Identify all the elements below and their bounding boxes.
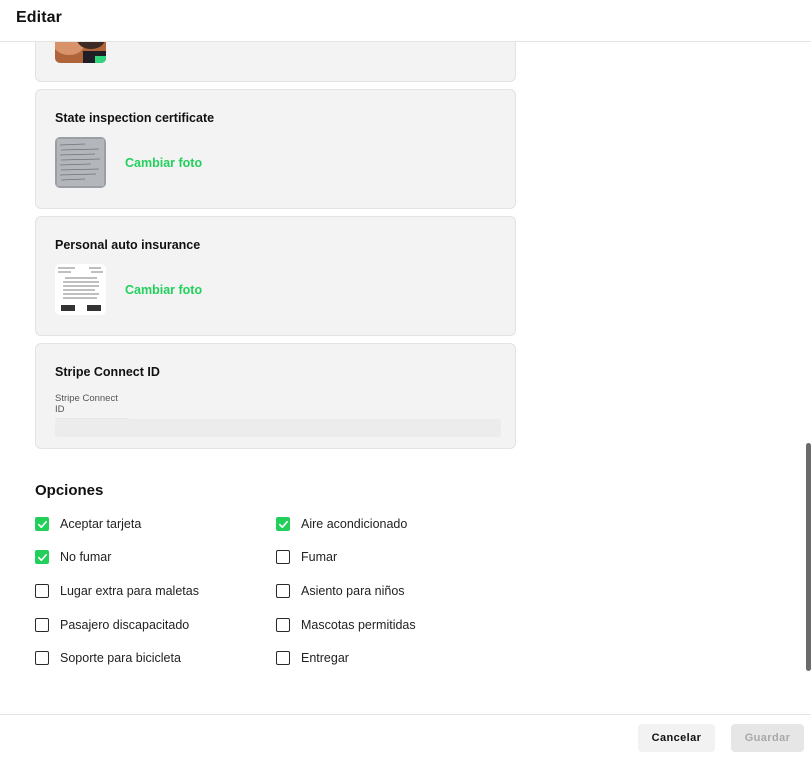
checkbox-unchecked[interactable]	[35, 618, 49, 632]
inspection-certificate-thumbnail	[55, 137, 106, 188]
checkbox-unchecked[interactable]	[276, 550, 290, 564]
option-label: Aire acondicionado	[301, 517, 408, 531]
option-label: Aceptar tarjeta	[60, 517, 142, 531]
option-label: Asiento para niños	[301, 584, 405, 598]
change-photo-link[interactable]: Cambiar foto	[125, 156, 202, 170]
option-label: Mascotas permitidas	[301, 618, 416, 632]
option-label: Lugar extra para maletas	[60, 584, 199, 598]
modal-footer: Cancelar Guardar	[0, 714, 811, 760]
profile-photo-thumbnail	[55, 42, 106, 63]
checkbox-checked[interactable]	[276, 517, 290, 531]
option-asiento-ninos[interactable]: Asiento para niños	[276, 581, 405, 601]
save-button[interactable]: Guardar	[731, 724, 804, 752]
checkbox-checked[interactable]	[35, 550, 49, 564]
scrollbar-thumb[interactable]	[806, 443, 811, 671]
option-no-fumar[interactable]: No fumar	[35, 547, 111, 567]
change-photo-link[interactable]: Cambiar foto	[125, 283, 202, 297]
insurance-document-thumbnail	[55, 264, 106, 315]
photo-card-partial	[35, 42, 516, 82]
document-card-inspection: State inspection certificate Cambiar fot…	[35, 89, 516, 209]
checkbox-unchecked[interactable]	[35, 584, 49, 598]
checkbox-checked[interactable]	[35, 517, 49, 531]
option-lugar-extra-maletas[interactable]: Lugar extra para maletas	[35, 581, 199, 601]
stripe-connect-id-input[interactable]	[55, 419, 501, 437]
option-mascotas-permitidas[interactable]: Mascotas permitidas	[276, 615, 416, 635]
modal-title: Editar	[16, 9, 62, 26]
option-label: No fumar	[60, 550, 112, 564]
cancel-button[interactable]: Cancelar	[638, 724, 715, 752]
card-title: Personal auto insurance	[55, 238, 201, 252]
document-card-insurance: Personal auto insurance Cambiar foto	[35, 216, 516, 336]
stripe-connect-card: Stripe Connect ID Stripe Connect ID	[35, 343, 516, 449]
option-label: Soporte para bicicleta	[60, 651, 181, 665]
checkbox-unchecked[interactable]	[35, 651, 49, 665]
options-section-title: Opciones	[35, 482, 104, 499]
option-fumar[interactable]: Fumar	[276, 547, 337, 567]
card-title: Stripe Connect ID	[55, 365, 160, 379]
option-aire-acondicionado[interactable]: Aire acondicionado	[276, 514, 407, 534]
option-label: Entregar	[301, 651, 349, 665]
option-pasajero-discapacitado[interactable]: Pasajero discapacitado	[35, 615, 189, 635]
option-label: Fumar	[301, 550, 338, 564]
option-entregar[interactable]: Entregar	[276, 648, 349, 668]
option-aceptar-tarjeta[interactable]: Aceptar tarjeta	[35, 514, 141, 534]
checkbox-unchecked[interactable]	[276, 618, 290, 632]
stripe-connect-id-label: Stripe Connect ID	[55, 393, 129, 419]
checkbox-unchecked[interactable]	[276, 584, 290, 598]
option-label: Pasajero discapacitado	[60, 618, 190, 632]
modal-body[interactable]: State inspection certificate Cambiar fot…	[0, 42, 811, 714]
card-title: State inspection certificate	[55, 111, 215, 125]
option-soporte-bicicleta[interactable]: Soporte para bicicleta	[35, 648, 181, 668]
checkbox-unchecked[interactable]	[276, 651, 290, 665]
modal-header: Editar	[0, 0, 811, 42]
